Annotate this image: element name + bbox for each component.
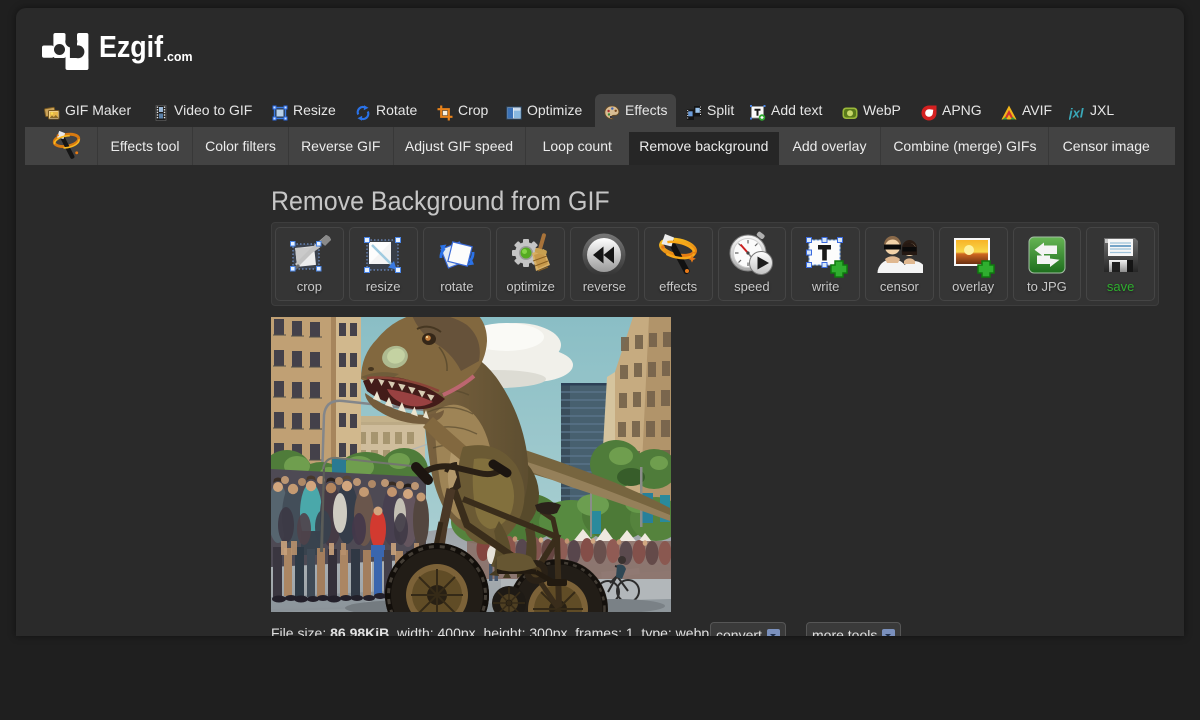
svg-text:jxl: jxl bbox=[1069, 105, 1084, 120]
svg-text:Ezgif: Ezgif bbox=[99, 32, 164, 64]
svg-text:.com: .com bbox=[164, 50, 193, 64]
